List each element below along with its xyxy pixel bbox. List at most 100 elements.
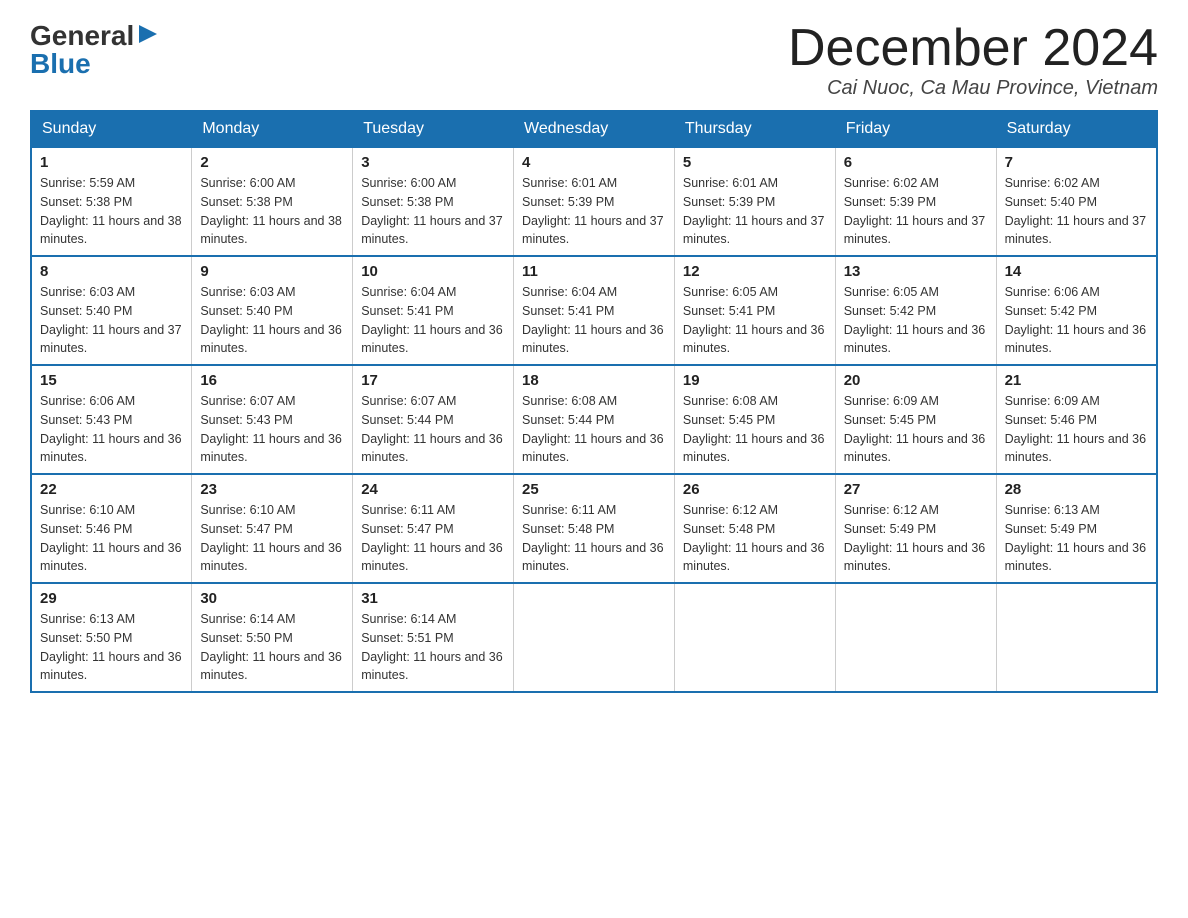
day-number: 20: [844, 372, 988, 389]
day-number: 29: [40, 590, 183, 607]
day-info: Sunrise: 6:03 AMSunset: 5:40 PMDaylight:…: [40, 283, 183, 358]
calendar-day-header: Sunday: [31, 111, 192, 147]
day-number: 11: [522, 263, 666, 280]
day-info: Sunrise: 6:05 AMSunset: 5:42 PMDaylight:…: [844, 283, 988, 358]
calendar-day-cell: 29 Sunrise: 6:13 AMSunset: 5:50 PMDaylig…: [31, 583, 192, 692]
day-number: 15: [40, 372, 183, 389]
day-info: Sunrise: 6:00 AMSunset: 5:38 PMDaylight:…: [200, 174, 344, 249]
calendar-day-cell: [514, 583, 675, 692]
day-info: Sunrise: 6:02 AMSunset: 5:39 PMDaylight:…: [844, 174, 988, 249]
calendar-day-header: Monday: [192, 111, 353, 147]
day-number: 31: [361, 590, 505, 607]
calendar-week-row: 8 Sunrise: 6:03 AMSunset: 5:40 PMDayligh…: [31, 256, 1157, 365]
day-info: Sunrise: 6:11 AMSunset: 5:47 PMDaylight:…: [361, 501, 505, 576]
location-subtitle: Cai Nuoc, Ca Mau Province, Vietnam: [788, 77, 1158, 100]
day-info: Sunrise: 6:10 AMSunset: 5:47 PMDaylight:…: [200, 501, 344, 576]
day-number: 7: [1005, 154, 1148, 171]
calendar-day-cell: 22 Sunrise: 6:10 AMSunset: 5:46 PMDaylig…: [31, 474, 192, 583]
month-title: December 2024: [788, 20, 1158, 77]
calendar-day-cell: 6 Sunrise: 6:02 AMSunset: 5:39 PMDayligh…: [835, 147, 996, 256]
day-number: 5: [683, 154, 827, 171]
calendar-day-header: Saturday: [996, 111, 1157, 147]
page-header: General Blue December 2024 Cai Nuoc, Ca …: [30, 20, 1158, 100]
logo-arrow-icon: [137, 23, 159, 45]
day-number: 1: [40, 154, 183, 171]
calendar-day-cell: 10 Sunrise: 6:04 AMSunset: 5:41 PMDaylig…: [353, 256, 514, 365]
calendar-day-header: Friday: [835, 111, 996, 147]
day-info: Sunrise: 6:13 AMSunset: 5:50 PMDaylight:…: [40, 610, 183, 685]
calendar-week-row: 29 Sunrise: 6:13 AMSunset: 5:50 PMDaylig…: [31, 583, 1157, 692]
day-number: 17: [361, 372, 505, 389]
calendar-day-header: Tuesday: [353, 111, 514, 147]
day-number: 21: [1005, 372, 1148, 389]
day-info: Sunrise: 6:06 AMSunset: 5:43 PMDaylight:…: [40, 392, 183, 467]
day-info: Sunrise: 6:14 AMSunset: 5:51 PMDaylight:…: [361, 610, 505, 685]
calendar-day-cell: 14 Sunrise: 6:06 AMSunset: 5:42 PMDaylig…: [996, 256, 1157, 365]
logo: General Blue: [30, 20, 159, 80]
day-info: Sunrise: 6:14 AMSunset: 5:50 PMDaylight:…: [200, 610, 344, 685]
day-number: 22: [40, 481, 183, 498]
calendar-day-cell: 13 Sunrise: 6:05 AMSunset: 5:42 PMDaylig…: [835, 256, 996, 365]
day-info: Sunrise: 6:09 AMSunset: 5:46 PMDaylight:…: [1005, 392, 1148, 467]
calendar-day-cell: 18 Sunrise: 6:08 AMSunset: 5:44 PMDaylig…: [514, 365, 675, 474]
calendar-day-cell: 11 Sunrise: 6:04 AMSunset: 5:41 PMDaylig…: [514, 256, 675, 365]
calendar-day-cell: 8 Sunrise: 6:03 AMSunset: 5:40 PMDayligh…: [31, 256, 192, 365]
calendar-day-cell: 26 Sunrise: 6:12 AMSunset: 5:48 PMDaylig…: [674, 474, 835, 583]
day-number: 16: [200, 372, 344, 389]
day-number: 14: [1005, 263, 1148, 280]
day-number: 13: [844, 263, 988, 280]
day-info: Sunrise: 6:07 AMSunset: 5:43 PMDaylight:…: [200, 392, 344, 467]
calendar-day-cell: [674, 583, 835, 692]
day-info: Sunrise: 6:03 AMSunset: 5:40 PMDaylight:…: [200, 283, 344, 358]
calendar-header-row: SundayMondayTuesdayWednesdayThursdayFrid…: [31, 111, 1157, 147]
calendar-week-row: 1 Sunrise: 5:59 AMSunset: 5:38 PMDayligh…: [31, 147, 1157, 256]
calendar-day-cell: 27 Sunrise: 6:12 AMSunset: 5:49 PMDaylig…: [835, 474, 996, 583]
calendar-day-header: Thursday: [674, 111, 835, 147]
day-number: 23: [200, 481, 344, 498]
title-section: December 2024 Cai Nuoc, Ca Mau Province,…: [788, 20, 1158, 100]
day-info: Sunrise: 6:04 AMSunset: 5:41 PMDaylight:…: [361, 283, 505, 358]
day-info: Sunrise: 6:12 AMSunset: 5:48 PMDaylight:…: [683, 501, 827, 576]
day-info: Sunrise: 6:06 AMSunset: 5:42 PMDaylight:…: [1005, 283, 1148, 358]
day-info: Sunrise: 6:11 AMSunset: 5:48 PMDaylight:…: [522, 501, 666, 576]
day-info: Sunrise: 6:08 AMSunset: 5:44 PMDaylight:…: [522, 392, 666, 467]
day-number: 4: [522, 154, 666, 171]
day-info: Sunrise: 6:08 AMSunset: 5:45 PMDaylight:…: [683, 392, 827, 467]
calendar-day-cell: 21 Sunrise: 6:09 AMSunset: 5:46 PMDaylig…: [996, 365, 1157, 474]
calendar-day-header: Wednesday: [514, 111, 675, 147]
calendar-day-cell: 23 Sunrise: 6:10 AMSunset: 5:47 PMDaylig…: [192, 474, 353, 583]
day-number: 10: [361, 263, 505, 280]
calendar-day-cell: 30 Sunrise: 6:14 AMSunset: 5:50 PMDaylig…: [192, 583, 353, 692]
calendar-day-cell: 25 Sunrise: 6:11 AMSunset: 5:48 PMDaylig…: [514, 474, 675, 583]
calendar-day-cell: 5 Sunrise: 6:01 AMSunset: 5:39 PMDayligh…: [674, 147, 835, 256]
calendar-day-cell: 15 Sunrise: 6:06 AMSunset: 5:43 PMDaylig…: [31, 365, 192, 474]
calendar-day-cell: 28 Sunrise: 6:13 AMSunset: 5:49 PMDaylig…: [996, 474, 1157, 583]
day-number: 30: [200, 590, 344, 607]
calendar-day-cell: 9 Sunrise: 6:03 AMSunset: 5:40 PMDayligh…: [192, 256, 353, 365]
calendar-week-row: 15 Sunrise: 6:06 AMSunset: 5:43 PMDaylig…: [31, 365, 1157, 474]
calendar-day-cell: [996, 583, 1157, 692]
calendar-day-cell: 17 Sunrise: 6:07 AMSunset: 5:44 PMDaylig…: [353, 365, 514, 474]
calendar-day-cell: [835, 583, 996, 692]
day-info: Sunrise: 6:13 AMSunset: 5:49 PMDaylight:…: [1005, 501, 1148, 576]
calendar-day-cell: 3 Sunrise: 6:00 AMSunset: 5:38 PMDayligh…: [353, 147, 514, 256]
day-info: Sunrise: 6:01 AMSunset: 5:39 PMDaylight:…: [522, 174, 666, 249]
calendar-table: SundayMondayTuesdayWednesdayThursdayFrid…: [30, 110, 1158, 693]
calendar-day-cell: 2 Sunrise: 6:00 AMSunset: 5:38 PMDayligh…: [192, 147, 353, 256]
day-info: Sunrise: 6:12 AMSunset: 5:49 PMDaylight:…: [844, 501, 988, 576]
day-info: Sunrise: 6:01 AMSunset: 5:39 PMDaylight:…: [683, 174, 827, 249]
day-number: 24: [361, 481, 505, 498]
calendar-day-cell: 31 Sunrise: 6:14 AMSunset: 5:51 PMDaylig…: [353, 583, 514, 692]
day-number: 27: [844, 481, 988, 498]
day-number: 6: [844, 154, 988, 171]
day-number: 2: [200, 154, 344, 171]
calendar-day-cell: 24 Sunrise: 6:11 AMSunset: 5:47 PMDaylig…: [353, 474, 514, 583]
day-number: 12: [683, 263, 827, 280]
day-info: Sunrise: 6:09 AMSunset: 5:45 PMDaylight:…: [844, 392, 988, 467]
calendar-day-cell: 16 Sunrise: 6:07 AMSunset: 5:43 PMDaylig…: [192, 365, 353, 474]
calendar-day-cell: 19 Sunrise: 6:08 AMSunset: 5:45 PMDaylig…: [674, 365, 835, 474]
day-number: 28: [1005, 481, 1148, 498]
day-info: Sunrise: 6:10 AMSunset: 5:46 PMDaylight:…: [40, 501, 183, 576]
calendar-day-cell: 4 Sunrise: 6:01 AMSunset: 5:39 PMDayligh…: [514, 147, 675, 256]
day-info: Sunrise: 6:07 AMSunset: 5:44 PMDaylight:…: [361, 392, 505, 467]
